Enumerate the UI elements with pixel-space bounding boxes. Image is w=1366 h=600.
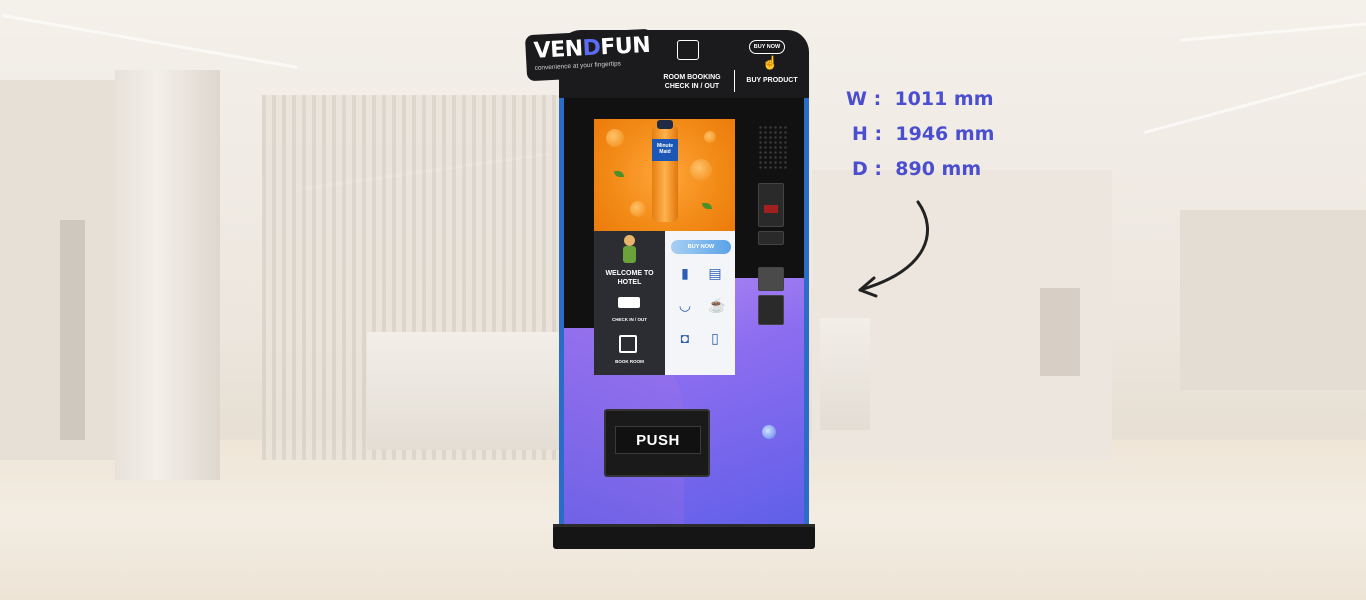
- sensor-light: [762, 425, 776, 439]
- ceiling-light: [2, 13, 298, 70]
- product-menu: BUY NOW ▮ ▤ ◡ ☕ ◘ ▯: [665, 231, 735, 375]
- room-booking-label: ROOM BOOKING CHECK IN / OUT: [663, 74, 721, 90]
- ceiling-light: [1180, 21, 1366, 42]
- dispense-door[interactable]: PUSH: [604, 409, 710, 477]
- speaker-grille: [758, 125, 788, 171]
- bottle-label: Minute Maid: [652, 139, 678, 161]
- door: [60, 220, 85, 440]
- toiletries-icon[interactable]: ▯: [708, 331, 722, 345]
- orange-slice: [704, 131, 716, 143]
- wall-panel: [0, 80, 115, 460]
- header-divider: [734, 70, 735, 92]
- orange-slice: [630, 201, 646, 217]
- mascot-icon: [622, 235, 637, 263]
- hand-pointer-icon: ☝: [762, 55, 779, 70]
- calendar-clock-icon: [677, 40, 699, 60]
- dimension-depth: D : 890 mm: [852, 158, 982, 180]
- reader-indicator: [764, 205, 778, 213]
- calendar-icon[interactable]: [619, 335, 637, 353]
- pillar: [115, 70, 220, 480]
- bowl-icon[interactable]: ◡: [678, 298, 692, 312]
- brand-logo: VENDFUN convenience at your fingertips: [524, 28, 655, 82]
- orange-slice: [690, 159, 712, 181]
- pointer-arrow-icon: [858, 200, 930, 298]
- check-in-out-button[interactable]: CHECK IN / OUT: [594, 317, 665, 322]
- desk: [820, 318, 870, 430]
- hotel-side-menu: WELCOME TO HOTEL CHECK IN / OUT BOOK ROO…: [594, 231, 665, 375]
- buy-product-label: BUY PRODUCT: [746, 77, 798, 84]
- snack-bag-icon[interactable]: ▤: [708, 266, 722, 280]
- push-label: PUSH: [615, 426, 701, 454]
- leaf: [702, 203, 712, 209]
- ceiling-light: [1143, 68, 1366, 135]
- vending-machine: ROOM BOOKING CHECK IN / OUT BUY NOW ☝ BU…: [524, 28, 815, 550]
- coin-slot[interactable]: [758, 295, 784, 325]
- orange-slice: [606, 129, 624, 147]
- key-card-icon[interactable]: [618, 297, 640, 308]
- touch-screen[interactable]: Minute Maid WELCOME TO HOTEL CHECK IN / …: [594, 119, 735, 375]
- elevator-panel: [1040, 288, 1080, 376]
- buy-now-badge: BUY NOW: [749, 40, 785, 54]
- buy-now-button[interactable]: BUY NOW: [671, 240, 731, 254]
- book-room-button[interactable]: BOOK ROOM: [594, 359, 665, 364]
- payment-panel: [744, 119, 804, 349]
- cash-slot[interactable]: [758, 231, 784, 245]
- leaf: [614, 171, 624, 177]
- glass-entrance: [1180, 210, 1366, 390]
- promo-banner: Minute Maid: [594, 119, 735, 231]
- soda-can-icon[interactable]: ▮: [678, 266, 692, 280]
- machine-body: Minute Maid WELCOME TO HOTEL CHECK IN / …: [559, 98, 809, 528]
- brand-name: VENDFUN: [533, 32, 651, 64]
- dimension-width: W : 1011 mm: [846, 88, 994, 110]
- coffee-cup-icon[interactable]: ☕: [708, 298, 725, 312]
- welcome-text: WELCOME TO HOTEL: [605, 270, 654, 286]
- bottle-cap: [657, 120, 673, 129]
- reception-counter: [367, 332, 567, 450]
- pos-terminal[interactable]: [758, 267, 784, 291]
- drink-cup-icon[interactable]: ◘: [678, 331, 692, 345]
- machine-base: [553, 527, 815, 549]
- dimension-height: H : 1946 mm: [852, 123, 995, 145]
